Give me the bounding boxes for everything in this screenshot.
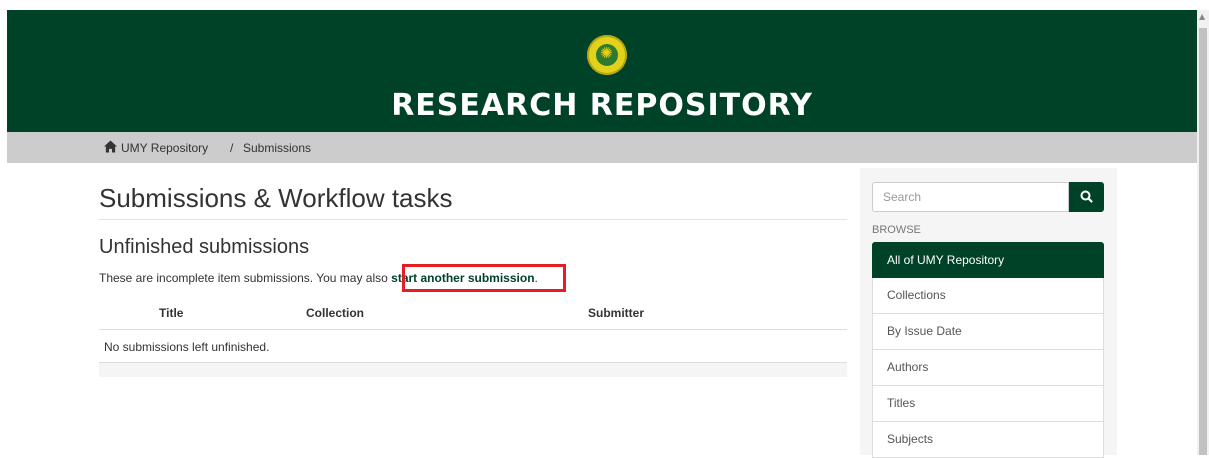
repository-title[interactable]: RESEARCH REPOSITORY [7,88,1197,123]
search-icon [1080,190,1093,203]
seal-star-icon: ✺ [600,44,613,62]
page-title: Submissions & Workflow tasks [99,183,453,213]
column-header-title: Title [159,306,184,320]
breadcrumb-home-link[interactable]: UMY Repository [121,141,208,155]
site-header: ✺ RESEARCH REPOSITORY [7,10,1197,132]
scrollbar-thumb[interactable] [1199,28,1207,455]
highlight-annotation [402,264,566,292]
sidebar-item-subjects[interactable]: Subjects [872,422,1104,458]
column-header-submitter: Submitter [588,306,645,320]
university-seal-logo[interactable]: ✺ [587,35,627,75]
table-footer [99,363,847,377]
home-icon[interactable] [104,140,117,153]
sidebar-item-authors[interactable]: Authors [872,350,1104,386]
intro-text-lead: These are incomplete item submissions. Y… [99,271,392,285]
search-input[interactable] [872,182,1069,212]
search-button[interactable] [1069,182,1104,212]
title-divider [99,219,847,220]
scroll-up-arrow-icon[interactable]: ▲ [1199,12,1205,21]
browse-label: BROWSE [872,224,921,236]
column-header-collection: Collection [306,306,365,320]
empty-table-message: No submissions left unfinished. [104,340,270,354]
sidebar-item-by-issue-date[interactable]: By Issue Date [872,314,1104,350]
breadcrumb-separator: / [230,141,234,155]
breadcrumb-current: Submissions [243,141,312,155]
sidebar-item-titles[interactable]: Titles [872,386,1104,422]
section-title: Unfinished submissions [99,236,310,258]
sidebar-item-collections[interactable]: Collections [872,278,1104,314]
top-strip [0,0,1209,10]
sidebar-item-all-of-umy-repository[interactable]: All of UMY Repository [872,242,1104,278]
